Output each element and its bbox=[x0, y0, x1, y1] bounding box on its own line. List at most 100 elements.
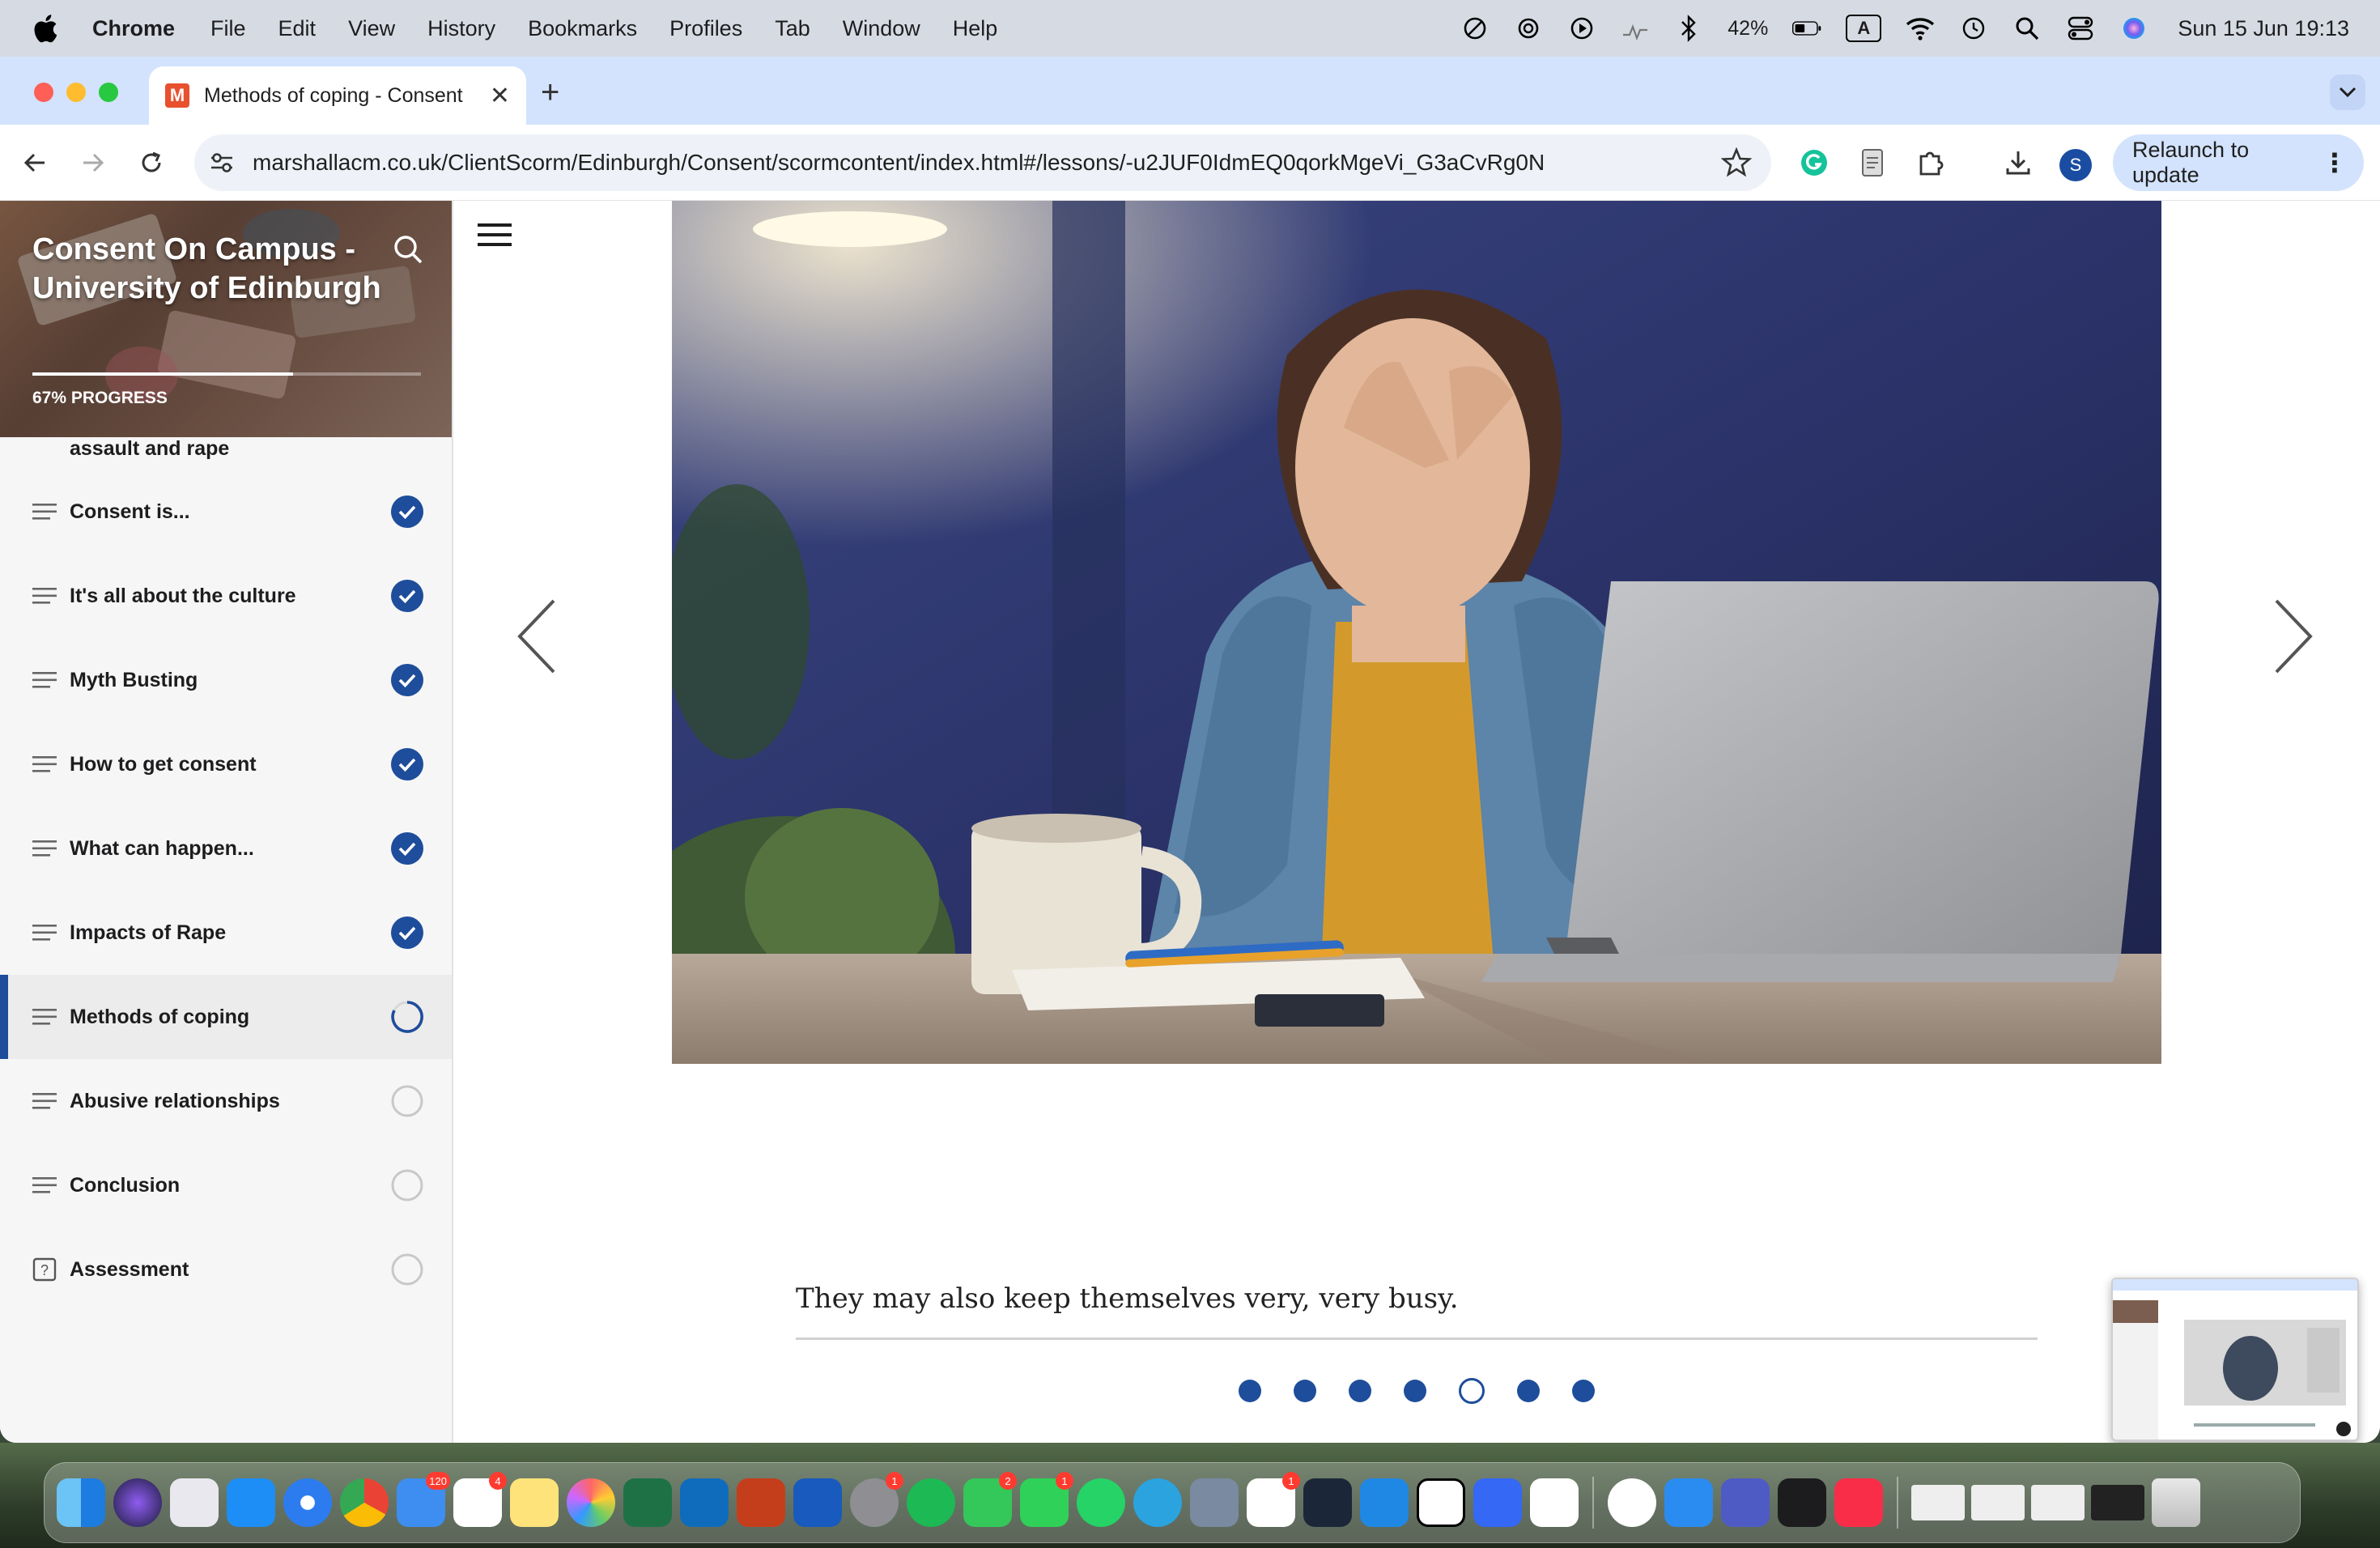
minimized-window-3[interactable] bbox=[2031, 1485, 2085, 1520]
play-status-icon[interactable] bbox=[1567, 14, 1596, 43]
menu-file[interactable]: File bbox=[210, 16, 246, 41]
lesson-item[interactable]: Myth Busting bbox=[0, 638, 452, 722]
chatgpt-status-icon[interactable] bbox=[1514, 14, 1543, 43]
battery-icon[interactable] bbox=[1792, 14, 1821, 43]
notion-icon[interactable] bbox=[1417, 1478, 1465, 1527]
reader-mode-icon[interactable] bbox=[1852, 142, 1893, 183]
messages-icon[interactable]: 2 bbox=[963, 1472, 1017, 1527]
minimized-window-2[interactable] bbox=[1971, 1485, 2025, 1520]
lesson-item[interactable]: It's all about the culture bbox=[0, 554, 452, 638]
lesson-item[interactable]: What can happen... bbox=[0, 806, 452, 891]
minimized-window-1[interactable] bbox=[1911, 1485, 1965, 1520]
word-icon[interactable] bbox=[793, 1478, 842, 1527]
minimize-window-button[interactable] bbox=[66, 83, 86, 102]
close-tab-icon[interactable]: ✕ bbox=[490, 82, 510, 110]
bluetooth-icon[interactable] bbox=[1674, 14, 1703, 43]
teams-icon[interactable] bbox=[1721, 1478, 1770, 1527]
powerpoint-icon[interactable] bbox=[737, 1478, 785, 1527]
menu-tab[interactable]: Tab bbox=[775, 16, 810, 41]
notes-icon[interactable] bbox=[510, 1478, 559, 1527]
forward-button[interactable] bbox=[73, 142, 113, 183]
keynote-icon[interactable] bbox=[1664, 1478, 1713, 1527]
zotero-icon[interactable] bbox=[1530, 1478, 1579, 1527]
trash-icon[interactable] bbox=[2152, 1478, 2200, 1527]
mail-icon[interactable]: 120 bbox=[397, 1472, 450, 1527]
arc-icon[interactable] bbox=[1473, 1478, 1522, 1527]
extensions-puzzle-icon[interactable] bbox=[1910, 142, 1951, 183]
system-settings-icon[interactable]: 1 bbox=[850, 1472, 903, 1527]
whatsapp-icon[interactable] bbox=[1077, 1478, 1125, 1527]
siri-icon[interactable] bbox=[2119, 14, 2148, 43]
pagination-dot[interactable] bbox=[1404, 1380, 1426, 1402]
menu-history[interactable]: History bbox=[427, 16, 495, 41]
lesson-item[interactable]: Consent is... bbox=[0, 470, 452, 554]
screenshot-preview-thumbnail[interactable] bbox=[2111, 1278, 2359, 1441]
menu-bar-clock[interactable]: Sun 15 Jun 19:13 bbox=[2178, 16, 2349, 41]
grammarly-extension-icon[interactable] bbox=[1794, 142, 1834, 183]
launchpad-icon[interactable] bbox=[170, 1478, 219, 1527]
relaunch-to-update-button[interactable]: Relaunch to update ⋮ bbox=[2113, 134, 2364, 191]
lesson-item[interactable]: Conclusion bbox=[0, 1143, 452, 1227]
safari-icon[interactable] bbox=[283, 1478, 332, 1527]
pagination-dot-current[interactable] bbox=[1459, 1378, 1485, 1404]
chrome-menu-icon[interactable]: ⋮ bbox=[2322, 147, 2348, 178]
address-bar[interactable]: marshallacm.co.uk/ClientScorm/Edinburgh/… bbox=[194, 134, 1771, 191]
activity-monitor-icon[interactable] bbox=[1778, 1478, 1826, 1527]
siri-app-icon[interactable] bbox=[113, 1478, 162, 1527]
slack-icon[interactable]: 1 bbox=[1247, 1472, 1300, 1527]
tab-search-button[interactable] bbox=[2330, 74, 2365, 110]
pagination-dot[interactable] bbox=[1572, 1380, 1595, 1402]
lesson-item[interactable]: How to get consent bbox=[0, 722, 452, 806]
calendar-icon[interactable]: 4 bbox=[453, 1472, 507, 1527]
time-machine-icon[interactable] bbox=[1959, 14, 1988, 43]
lesson-item-partial[interactable]: assault and rape bbox=[0, 437, 452, 470]
search-icon[interactable] bbox=[392, 233, 424, 266]
minimized-window-4[interactable] bbox=[2091, 1485, 2144, 1520]
lesson-item[interactable]: Abusive relationships bbox=[0, 1059, 452, 1143]
next-slide-chevron-icon[interactable] bbox=[2270, 598, 2315, 675]
menu-edit[interactable]: Edit bbox=[278, 16, 317, 41]
chatgpt-app-icon[interactable] bbox=[1608, 1478, 1656, 1527]
wifi-icon[interactable] bbox=[1906, 14, 1935, 43]
previous-slide-chevron-icon[interactable] bbox=[515, 598, 560, 675]
finder-icon[interactable] bbox=[57, 1478, 105, 1527]
telegram-icon[interactable] bbox=[1133, 1478, 1182, 1527]
focus-status-icon[interactable] bbox=[1460, 14, 1490, 43]
photos-icon[interactable] bbox=[567, 1478, 615, 1527]
pagination-dot[interactable] bbox=[1517, 1380, 1540, 1402]
activity-status-icon[interactable] bbox=[1621, 14, 1650, 43]
control-center-icon[interactable] bbox=[2066, 14, 2095, 43]
profile-avatar[interactable]: S bbox=[2059, 149, 2092, 181]
new-tab-button[interactable]: + bbox=[541, 76, 559, 108]
music-icon[interactable] bbox=[1834, 1478, 1883, 1527]
lesson-menu-hamburger-icon[interactable] bbox=[478, 222, 512, 248]
spotlight-search-icon[interactable] bbox=[2012, 14, 2042, 43]
reload-button[interactable] bbox=[131, 142, 172, 183]
lesson-item[interactable]: Methods of coping bbox=[0, 975, 452, 1059]
menu-view[interactable]: View bbox=[348, 16, 395, 41]
input-source-icon[interactable]: A bbox=[1846, 15, 1882, 42]
zoom-window-button[interactable] bbox=[99, 83, 118, 102]
spotify-icon[interactable] bbox=[907, 1478, 955, 1527]
menu-bookmarks[interactable]: Bookmarks bbox=[528, 16, 637, 41]
vscode-icon[interactable] bbox=[1360, 1478, 1409, 1527]
bookmark-star-icon[interactable] bbox=[1721, 147, 1752, 178]
apple-menu-icon[interactable] bbox=[31, 12, 58, 45]
menu-profiles[interactable]: Profiles bbox=[669, 16, 742, 41]
lesson-item[interactable]: Impacts of Rape bbox=[0, 891, 452, 975]
back-button[interactable] bbox=[15, 142, 55, 183]
cursor-app-icon[interactable] bbox=[1303, 1478, 1352, 1527]
excel-icon[interactable] bbox=[623, 1478, 672, 1527]
app-store-icon[interactable] bbox=[227, 1478, 275, 1527]
downloads-icon[interactable] bbox=[1998, 142, 2038, 183]
menu-window[interactable]: Window bbox=[843, 16, 920, 41]
pagination-dot[interactable] bbox=[1239, 1380, 1261, 1402]
browser-tab-active[interactable]: M Methods of coping - Consent ✕ bbox=[149, 66, 526, 125]
site-settings-icon[interactable] bbox=[206, 147, 238, 179]
preview-icon[interactable] bbox=[1190, 1478, 1239, 1527]
pagination-dot[interactable] bbox=[1294, 1380, 1316, 1402]
facetime-icon[interactable]: 1 bbox=[1020, 1472, 1073, 1527]
menu-help[interactable]: Help bbox=[953, 16, 998, 41]
app-menu-chrome[interactable]: Chrome bbox=[92, 16, 175, 41]
url-text[interactable]: marshallacm.co.uk/ClientScorm/Edinburgh/… bbox=[253, 150, 1545, 176]
